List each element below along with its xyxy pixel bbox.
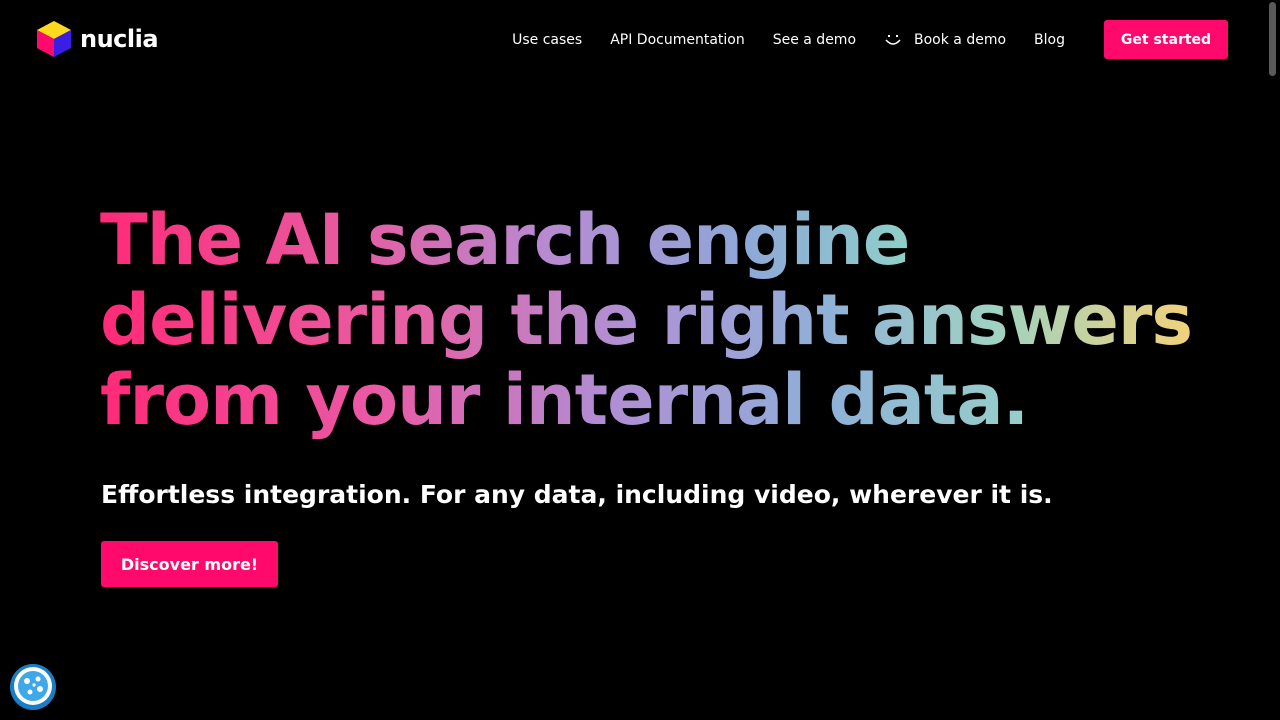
- page-scrollbar[interactable]: [1265, 0, 1280, 720]
- nav-blog[interactable]: Blog: [1034, 32, 1065, 48]
- cube-logo-icon: [36, 20, 72, 58]
- scrollbar-thumb[interactable]: [1269, 2, 1276, 76]
- nav-use-cases-label: Use cases: [512, 31, 583, 48]
- hero-title-line-1: The AI search engine: [100, 199, 910, 281]
- nav-blog-label: Blog: [1034, 31, 1065, 48]
- hero-title-line-2: delivering the right answers: [100, 279, 1193, 361]
- smile-icon: [884, 32, 902, 48]
- nav-see-a-demo-label: See a demo: [772, 31, 857, 48]
- landing-page: nuclia Use cases API Documentation See a…: [0, 0, 1280, 720]
- nav-see-a-demo[interactable]: See a demo: [773, 32, 856, 48]
- main-nav: Use cases API Documentation See a demo B…: [512, 20, 1228, 59]
- get-started-button[interactable]: Get started: [1104, 20, 1228, 59]
- nav-api-documentation-label: API Documentation: [610, 31, 745, 48]
- hero-title-line-3: from your internal data.: [100, 359, 1029, 441]
- nav-book-a-demo[interactable]: Book a demo: [884, 32, 1006, 48]
- hero-subtitle: Effortless integration. For any data, in…: [101, 480, 1053, 509]
- brand-logo[interactable]: nuclia: [36, 20, 159, 58]
- hero-title: The AI search engine delivering the righ…: [100, 199, 1193, 441]
- nav-book-a-demo-label: Book a demo: [914, 31, 1007, 48]
- nav-use-cases[interactable]: Use cases: [512, 32, 582, 48]
- cookie-settings-icon: [10, 663, 56, 712]
- discover-more-button[interactable]: Discover more!: [101, 541, 278, 587]
- brand-name: nuclia: [80, 25, 159, 53]
- nav-api-documentation[interactable]: API Documentation: [610, 32, 745, 48]
- cookie-settings-button[interactable]: [10, 663, 56, 712]
